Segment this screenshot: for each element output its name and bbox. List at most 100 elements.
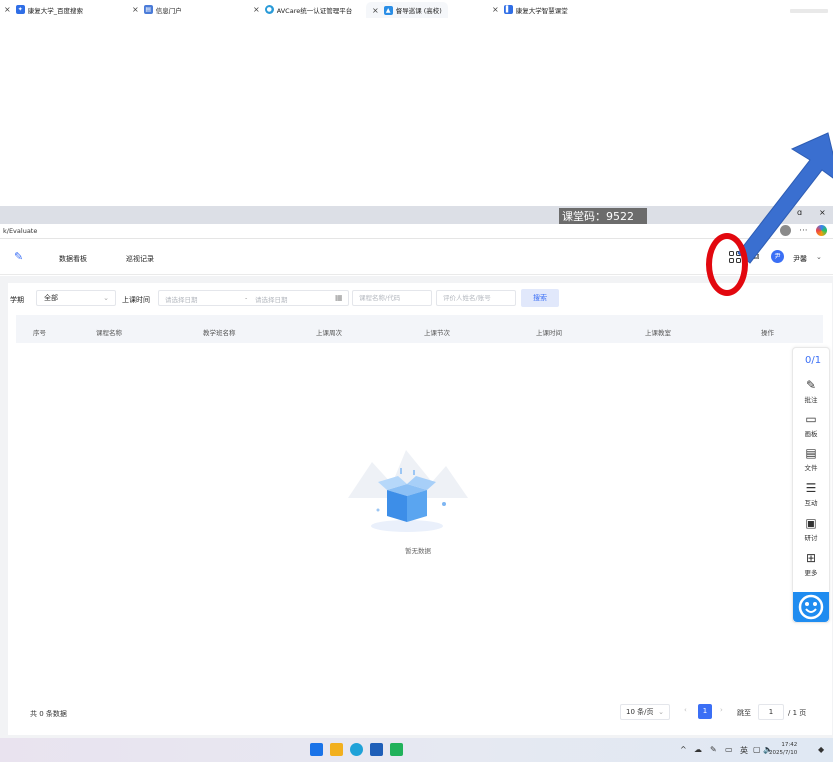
tab-label: 督导巡课 (高校) <box>395 7 442 15</box>
rail-item-file[interactable]: ▤ 文件 <box>795 446 827 472</box>
column-header-room: 上课教室 <box>645 329 671 337</box>
rail-item-label: 更多 <box>804 569 818 577</box>
more-grid-icon: ⊞ <box>805 551 817 565</box>
notification-icon[interactable]: ◆ <box>818 745 824 754</box>
tab-close-icon[interactable]: × <box>253 5 260 14</box>
tab-baidu[interactable]: × ✦ 康复大学_百度搜索 <box>4 2 83 17</box>
input-method-icon[interactable]: 英 <box>740 745 748 756</box>
windows-taskbar <box>0 738 833 762</box>
course-search-input[interactable] <box>352 290 432 306</box>
page-1-button[interactable]: 1 <box>698 704 712 719</box>
tab-close-icon[interactable]: × <box>492 5 499 14</box>
tray-overflow-icon[interactable]: ^ <box>680 745 687 754</box>
total-count: 共 0 条数据 <box>30 710 67 718</box>
tab-label: AVCare统一认证管理平台 <box>276 6 353 15</box>
rail-item-label: 文件 <box>804 464 818 472</box>
total-pages: / 1 页 <box>788 709 807 717</box>
rail-item-more[interactable]: ⊞ 更多 <box>795 551 827 577</box>
page-size-value: 10 条/页 <box>626 708 654 716</box>
empty-box-illustration-icon <box>348 450 468 532</box>
tab-close-icon[interactable]: × <box>132 5 139 14</box>
tab-smart-class[interactable]: × ▌ 康复大学智慧课堂 <box>492 2 568 17</box>
class-time-label: 上课时间 <box>122 296 150 304</box>
column-header-period: 上课节次 <box>424 329 450 337</box>
clock-date: 2025/7/10 <box>769 750 798 756</box>
tab-label: 康复大学智慧课堂 <box>515 6 568 15</box>
search-button[interactable]: 搜索 <box>521 289 559 307</box>
nav-data-dashboard[interactable]: 数据看板 <box>59 254 87 264</box>
system-clock[interactable]: 17:42 2025/7/10 <box>769 741 797 757</box>
term-select[interactable]: 全部 ⌄ <box>36 290 116 306</box>
keyboard-icon[interactable]: ▭ <box>725 745 733 754</box>
store-icon[interactable] <box>370 743 383 756</box>
rail-item-label: 互动 <box>804 499 818 507</box>
tab-label: 信息门户 <box>155 6 182 15</box>
rail-page-count: 0/1 <box>805 355 822 366</box>
clock-time: 17:42 <box>781 742 798 748</box>
next-page-button[interactable]: › <box>720 706 723 714</box>
jump-to-label: 跳至 <box>737 709 751 717</box>
end-date-placeholder[interactable]: 请选择日期 <box>255 294 288 304</box>
rail-item-whiteboard[interactable]: ▭ 画板 <box>795 412 827 438</box>
rail-item-label: 研讨 <box>804 534 818 542</box>
evaluator-search-input[interactable] <box>436 290 516 306</box>
term-label: 学期 <box>10 296 24 304</box>
file-icon: ▤ <box>805 446 817 460</box>
column-header-time: 上课时间 <box>536 329 562 337</box>
file-explorer-icon[interactable] <box>330 743 343 756</box>
pencil-logo-icon: ✎ <box>14 250 24 263</box>
tab-close-icon[interactable]: × <box>372 6 379 15</box>
column-header-index: 序号 <box>33 329 46 337</box>
corner-bar <box>790 9 828 13</box>
portal-icon: ▤ <box>143 5 153 14</box>
calendar-icon[interactable]: ▦ <box>335 293 343 302</box>
rail-item-discuss[interactable]: ▣ 研讨 <box>795 516 827 542</box>
browser-tab-strip <box>0 206 833 224</box>
tab-close-icon[interactable]: × <box>4 5 11 14</box>
table-header <box>16 315 823 343</box>
rail-item-label: 批注 <box>804 396 818 404</box>
discuss-icon: ▣ <box>805 516 817 530</box>
empty-state-text: 暂无数据 <box>405 547 431 555</box>
date-separator: - <box>245 294 248 302</box>
whiteboard-icon: ▭ <box>805 412 817 426</box>
network-icon[interactable]: ▢ <box>753 745 761 754</box>
graduation-cap-icon: ▲ <box>383 5 393 15</box>
tab-supervision[interactable]: × ▲ 督导巡课 (高校) <box>366 2 448 18</box>
chat-app-icon[interactable] <box>390 743 403 756</box>
rail-item-annotate[interactable]: ✎ 批注 <box>795 378 827 404</box>
annotation-red-circle <box>706 233 748 296</box>
interact-icon: ☰ <box>805 481 817 495</box>
pen-icon[interactable]: ✎ <box>710 745 717 754</box>
chevron-down-icon: ⌄ <box>658 708 664 716</box>
baidu-icon: ✦ <box>15 5 25 14</box>
address-bar[interactable]: k/Evaluate <box>0 224 833 239</box>
prev-page-button[interactable]: ‹ <box>684 706 687 714</box>
onedrive-icon[interactable]: ☁ <box>694 745 702 754</box>
avcare-icon: ● <box>264 5 274 14</box>
jump-page-input[interactable] <box>758 704 784 720</box>
date-range-picker[interactable]: 请选择日期 - 请选择日期 ▦ <box>158 290 349 306</box>
page-size-select[interactable]: 10 条/页 ⌄ <box>620 704 670 720</box>
blank-top-area <box>0 0 833 206</box>
rail-item-interact[interactable]: ☰ 互动 <box>795 481 827 507</box>
term-select-value: 全部 <box>44 294 58 302</box>
edge-browser-icon[interactable] <box>350 743 363 756</box>
url-text: k/Evaluate <box>3 227 38 235</box>
tab-portal[interactable]: × ▤ 信息门户 <box>132 2 182 17</box>
smart-class-icon: ▌ <box>503 5 513 14</box>
column-header-actions: 操作 <box>761 329 774 337</box>
annotate-icon: ✎ <box>805 378 817 392</box>
nav-patrol-records[interactable]: 巡视记录 <box>126 254 154 264</box>
rail-item-label: 画板 <box>804 430 818 438</box>
class-code-badge: 课堂码：9522 <box>559 208 647 225</box>
tab-label: 康复大学_百度搜索 <box>27 6 83 15</box>
chevron-down-icon: ⌄ <box>103 294 109 302</box>
windows-start-icon[interactable] <box>310 743 323 756</box>
tab-avcare[interactable]: × ● AVCare统一认证管理平台 <box>253 2 352 17</box>
column-header-week: 上课周次 <box>316 329 342 337</box>
column-header-course: 课程名称 <box>96 329 122 337</box>
smart-class-logo-icon[interactable] <box>793 592 829 622</box>
column-header-class: 教学班名称 <box>203 329 236 337</box>
start-date-placeholder[interactable]: 请选择日期 <box>165 294 198 304</box>
